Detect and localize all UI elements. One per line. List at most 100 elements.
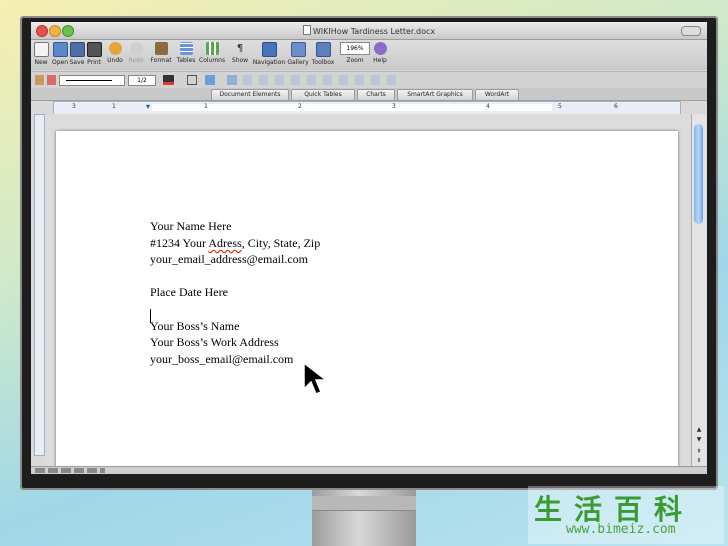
pilcrow-icon: ¶ (236, 43, 244, 54)
table-tools-icons[interactable] (243, 75, 403, 85)
open-label: Open (51, 59, 69, 66)
tables-label: Tables (176, 57, 196, 64)
new-document-icon (33, 42, 49, 57)
columns-button[interactable]: Columns (199, 42, 225, 64)
ruler-label: 5 (558, 103, 562, 110)
show-button[interactable]: ¶ Show (230, 42, 250, 64)
format-button[interactable]: Format (149, 42, 173, 64)
zoom-control[interactable]: 196% Zoom (337, 42, 373, 64)
ruler-label: 3 (392, 103, 396, 110)
columns-icon (205, 42, 219, 55)
shading-icon[interactable] (205, 75, 215, 85)
previous-page-icon[interactable]: ⇞ (695, 448, 703, 455)
insert-table-icon[interactable] (227, 75, 237, 85)
text-caret (150, 309, 151, 323)
tab-quick-tables[interactable]: Quick Tables (291, 89, 355, 101)
help-icon (373, 42, 387, 55)
format-label: Format (150, 57, 172, 64)
watermark-url-text: www.bimeiz.com (566, 522, 676, 537)
pen-icon[interactable] (35, 75, 44, 85)
monitor-stand (312, 490, 416, 546)
toolbox-icon (315, 42, 331, 57)
window-title: WIKIHow Tardiness Letter.docx (31, 25, 707, 36)
vertical-scrollbar[interactable]: ▲ ▼ ⇞ ⇟ (691, 114, 706, 466)
indent-marker-icon[interactable]: ▾ (146, 102, 150, 111)
ruler-label: 3 (72, 103, 76, 110)
tab-document-elements[interactable]: Document Elements (211, 89, 289, 101)
line-weight-select[interactable]: 1/2 (128, 75, 156, 86)
toolbox-button[interactable]: Toolbox (310, 42, 336, 66)
ruler-label: 1 (112, 103, 116, 110)
zoom-select[interactable]: 196% (340, 42, 370, 55)
date-line[interactable]: Place Date Here (150, 284, 320, 301)
ruler-text-area (152, 104, 552, 111)
scroll-up-icon[interactable]: ▲ (695, 426, 703, 433)
address-suffix: , City, State, Zip (241, 235, 321, 250)
boss-email-line[interactable]: your_boss_email@email.com (150, 351, 320, 368)
mouse-pointer-icon (303, 361, 329, 395)
vertical-ruler[interactable] (34, 114, 45, 456)
sender-email-line[interactable]: your_email_address@email.com (150, 251, 320, 268)
next-page-icon[interactable]: ⇟ (695, 457, 703, 464)
sender-address-line[interactable]: #1234 Your Adress, City, State, Zip (150, 235, 320, 252)
tab-smartart-graphics[interactable]: SmartArt Graphics (397, 89, 473, 101)
printer-icon (86, 42, 102, 57)
word-window: WIKIHow Tardiness Letter.docx New Open S… (31, 22, 707, 474)
save-disk-icon (69, 42, 85, 57)
navigation-label: Navigation (252, 59, 286, 66)
border-color-icon[interactable] (163, 75, 174, 85)
line-style-select[interactable] (59, 75, 125, 86)
new-button[interactable]: New (33, 42, 49, 66)
ruler-label: 2 (298, 103, 302, 110)
sender-name-line[interactable]: Your Name Here (150, 218, 320, 235)
save-button[interactable]: Save (69, 42, 85, 66)
open-button[interactable]: Open (51, 42, 69, 66)
columns-label: Columns (199, 57, 226, 64)
undo-button[interactable]: Undo (105, 42, 125, 64)
undo-label: Undo (107, 57, 123, 64)
document-icon (302, 25, 311, 35)
document-page[interactable]: Your Name Here #1234 Your Adress, City, … (56, 131, 678, 474)
eraser-icon[interactable] (47, 75, 56, 85)
navigation-button[interactable]: Navigation (252, 42, 286, 66)
letter-body[interactable]: Your Name Here #1234 Your Adress, City, … (150, 218, 320, 367)
misspelled-word[interactable]: Adress (208, 236, 241, 250)
ruler-label: 1 (204, 103, 208, 110)
toolbar-toggle-button[interactable] (681, 26, 701, 36)
ribbon-tabs: Document Elements Quick Tables Charts Sm… (31, 88, 707, 101)
undo-icon (108, 42, 122, 55)
redo-button[interactable]: Redo (127, 42, 145, 64)
boss-address-line[interactable]: Your Boss’s Work Address (150, 334, 320, 351)
help-button[interactable]: Help (371, 42, 389, 64)
tab-charts[interactable]: Charts (357, 89, 395, 101)
view-buttons[interactable] (35, 468, 105, 473)
tables-button[interactable]: Tables (175, 42, 197, 64)
address-prefix: #1234 Your (150, 235, 209, 250)
format-brush-icon (154, 42, 168, 55)
tab-wordart[interactable]: WordArt (475, 89, 519, 101)
boss-name-line[interactable]: Your Boss’s Name (150, 318, 320, 335)
help-label: Help (373, 57, 387, 64)
save-label: Save (69, 59, 85, 66)
redo-label: Redo (128, 57, 144, 64)
scroll-down-icon[interactable]: ▼ (695, 436, 703, 443)
print-button[interactable]: Print (85, 42, 103, 66)
redo-icon (129, 42, 143, 55)
zoom-label: Zoom (346, 57, 364, 64)
ruler-label: 6 (614, 103, 618, 110)
title-bar[interactable]: WIKIHow Tardiness Letter.docx (31, 22, 707, 40)
scroll-thumb[interactable] (694, 124, 703, 224)
gallery-button[interactable]: Gallery (287, 42, 309, 66)
horizontal-ruler[interactable]: 3 1 1 2 3 4 5 6 ▾ (53, 101, 681, 115)
document-area: Your Name Here #1234 Your Adress, City, … (45, 114, 691, 474)
standard-toolbar: New Open Save Print Undo Redo Format Tab… (31, 40, 707, 70)
borders-icon[interactable] (187, 75, 197, 85)
toolbox-label: Toolbox (311, 59, 335, 66)
show-label: Show (231, 57, 249, 64)
gallery-label: Gallery (287, 59, 309, 66)
new-label: New (34, 59, 48, 66)
navigation-pane-icon (261, 42, 277, 57)
table-icon (179, 42, 193, 55)
